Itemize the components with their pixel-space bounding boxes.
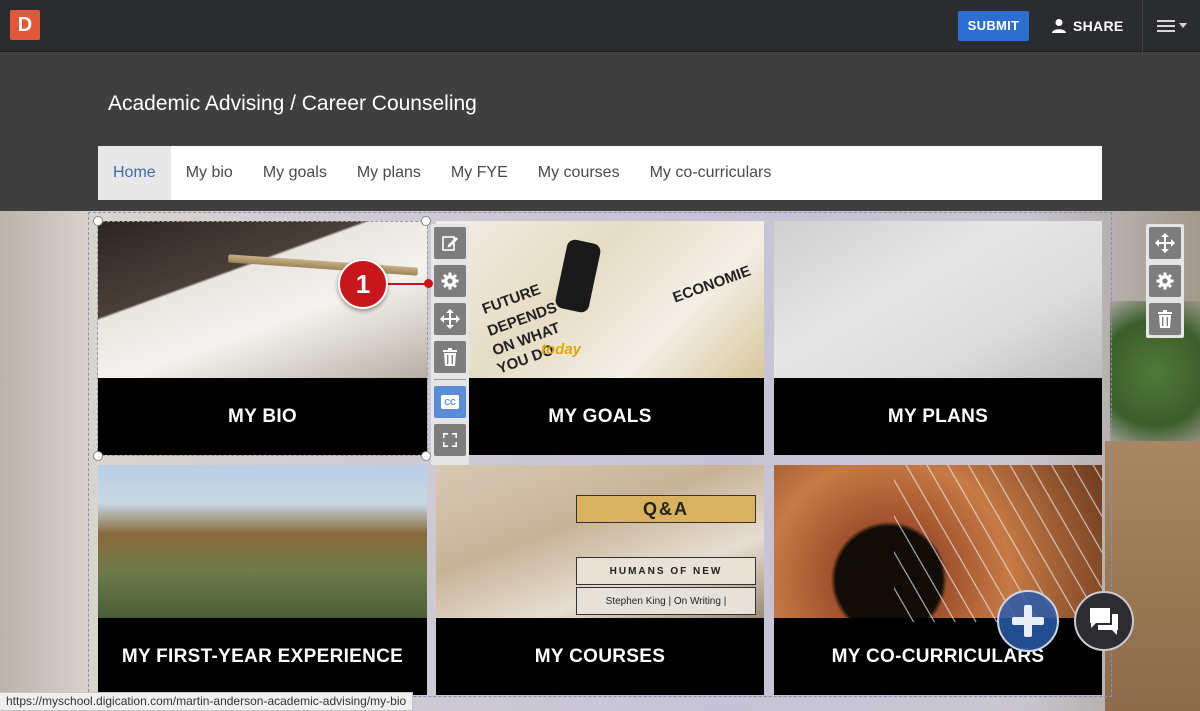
tile-my-goals[interactable]: FUTURE DEPENDS ON WHAT YOU DO ECONOMIE t… xyxy=(436,221,764,455)
toolbar-divider xyxy=(434,379,466,380)
book-spine: Stephen King | On Writing | xyxy=(576,587,756,615)
chat-icon xyxy=(1090,608,1118,635)
gear-icon xyxy=(1156,272,1174,290)
site-title: Academic Advising / Career Counseling xyxy=(108,92,477,115)
caret-down-icon xyxy=(1178,23,1187,28)
chat-button[interactable] xyxy=(1074,591,1134,651)
nav-item-my-courses[interactable]: My courses xyxy=(523,146,635,200)
guitar-strings-graphic xyxy=(894,465,1102,622)
tile-caption: MY GOALS xyxy=(548,405,652,427)
top-bar: D SUBMIT SHARE xyxy=(0,0,1200,52)
fullscreen-button[interactable] xyxy=(434,424,466,456)
nav-item-my-goals[interactable]: My goals xyxy=(248,146,342,200)
book-spine: HUMANS OF NEW xyxy=(576,557,756,585)
hamburger-icon xyxy=(1156,20,1175,32)
digication-logo[interactable]: D xyxy=(10,10,40,40)
college-bridge-image xyxy=(98,465,427,618)
doodle-text: today xyxy=(541,341,582,358)
nav-item-my-bio[interactable]: My bio xyxy=(171,146,248,200)
edit-icon xyxy=(442,236,458,251)
site-nav: Home My bio My goals My plans My FYE My … xyxy=(98,146,1102,200)
nav-item-home[interactable]: Home xyxy=(98,146,171,200)
tile-caption: MY FIRST-YEAR EXPERIENCE xyxy=(121,645,404,667)
plus-icon xyxy=(1012,605,1044,637)
step-callout-badge: 1 xyxy=(338,259,388,309)
nav-item-my-fye[interactable]: My FYE xyxy=(436,146,523,200)
section-toolbar xyxy=(1146,224,1184,338)
book-spine: Q&A xyxy=(576,495,756,523)
callout-pointer-line xyxy=(387,283,427,285)
trash-icon xyxy=(1158,310,1172,328)
section-move-button[interactable] xyxy=(1149,227,1181,259)
add-block-button[interactable] xyxy=(997,590,1059,652)
link-status-bar: https://myschool.digication.com/martin-a… xyxy=(0,692,414,711)
tile-caption: MY PLANS xyxy=(887,405,989,427)
marker-graphic xyxy=(554,238,602,314)
books-image: Q&A HUMANS OF NEW Stephen King | On Writ… xyxy=(436,465,764,618)
person-icon xyxy=(1052,19,1066,33)
closed-caption-icon: CC xyxy=(441,395,459,409)
section-settings-button[interactable] xyxy=(1149,265,1181,297)
submit-button[interactable]: SUBMIT xyxy=(958,11,1029,41)
guitar-image xyxy=(774,465,1102,622)
planner-image xyxy=(774,221,1102,378)
resize-handle[interactable] xyxy=(421,451,431,461)
main-menu-button[interactable] xyxy=(1142,0,1200,52)
doodle-notebook-image: FUTURE DEPENDS ON WHAT YOU DO ECONOMIE t… xyxy=(436,221,764,378)
fullscreen-icon xyxy=(443,433,457,447)
nav-item-my-co-curriculars[interactable]: My co-curriculars xyxy=(635,146,787,200)
move-button[interactable] xyxy=(434,303,466,335)
move-icon xyxy=(1155,233,1175,253)
tile-my-first-year-experience[interactable]: MY FIRST-YEAR EXPERIENCE xyxy=(98,465,427,695)
svg-text:CC: CC xyxy=(444,398,456,407)
section-delete-button[interactable] xyxy=(1149,303,1181,335)
doodle-text: ECONOMIE xyxy=(670,262,754,307)
trash-icon xyxy=(443,348,457,366)
resize-handle[interactable] xyxy=(421,216,431,226)
resize-handle[interactable] xyxy=(93,451,103,461)
selected-block-outline xyxy=(97,221,428,456)
resize-handle[interactable] xyxy=(93,216,103,226)
tile-my-co-curriculars[interactable]: MY CO-CURRICULARS xyxy=(774,465,1102,695)
callout-pointer-dot xyxy=(424,279,433,288)
captions-button[interactable]: CC xyxy=(434,386,466,418)
edit-button[interactable] xyxy=(434,227,466,259)
share-button[interactable]: SHARE xyxy=(1051,11,1124,41)
settings-button[interactable] xyxy=(434,265,466,297)
block-toolbar: CC xyxy=(431,224,469,465)
tile-my-plans[interactable]: MY PLANS xyxy=(774,221,1102,455)
gear-icon xyxy=(441,272,459,290)
share-label: SHARE xyxy=(1073,18,1124,34)
tile-caption: MY COURSES xyxy=(534,645,666,667)
delete-button[interactable] xyxy=(434,341,466,373)
site-header: Academic Advising / Career Counseling Ho… xyxy=(0,52,1200,211)
wood-table-decoration xyxy=(1105,441,1200,711)
nav-item-my-plans[interactable]: My plans xyxy=(342,146,436,200)
tile-my-courses[interactable]: Q&A HUMANS OF NEW Stephen King | On Writ… xyxy=(436,465,764,695)
move-icon xyxy=(440,309,460,329)
